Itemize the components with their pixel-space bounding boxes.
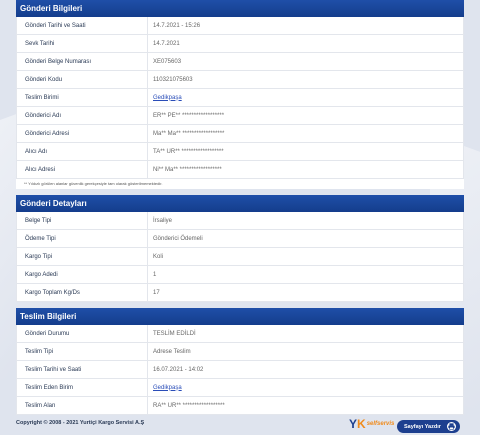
row-value: İrsaliye — [153, 217, 173, 224]
info-row: Gönderi Belge Numarası XE075603 — [17, 53, 463, 71]
printer-icon — [447, 422, 456, 431]
row-label: Gönderici Adresi — [17, 125, 148, 142]
copyright-text: Copyright © 2008 - 2021 Yurtiçi Kargo Se… — [16, 420, 145, 426]
row-label: Kargo Tipi — [17, 248, 148, 265]
info-row: Alıcı Adı TA** UR** ****************** — [17, 143, 463, 161]
row-value: Adrese Teslim — [153, 348, 191, 355]
x-logo-icon: YK — [349, 417, 366, 431]
row-label: Gönderi Kodu — [17, 71, 148, 88]
row-value: TESLİM EDİLDİ — [153, 330, 196, 337]
row-value: Ni** Ma** ****************** — [153, 166, 222, 173]
shipment-info-section: Gönderi Bilgileri Gönderi Tarihi ve Saat… — [16, 0, 464, 189]
section-title: Gönderi Bilgileri — [16, 0, 464, 17]
row-value: 1 — [153, 271, 157, 278]
row-label: Ödeme Tipi — [17, 230, 148, 247]
row-label: Teslim Birimi — [17, 89, 148, 106]
section-title: Gönderi Detayları — [16, 195, 464, 212]
row-label: Alıcı Adı — [17, 143, 148, 160]
page-footer: Copyright © 2008 - 2021 Yurtiçi Kargo Se… — [0, 415, 480, 435]
logo-text: selfservis — [366, 421, 395, 427]
delivery-row: Gönderi Durumu TESLİM EDİLDİ — [17, 325, 463, 343]
delivery-unit-link[interactable]: Gedikpaşa — [148, 89, 182, 106]
row-label: Teslim Tarihi ve Saati — [17, 361, 148, 378]
row-label: Gönderi Belge Numarası — [17, 53, 148, 70]
row-value: 14.7.2021 - 15:26 — [153, 22, 201, 29]
delivery-row: Teslim Tipi Adrese Teslim — [17, 343, 463, 361]
row-label: Kargo Adedi — [17, 266, 148, 283]
detail-row: Kargo Adedi 1 — [17, 266, 463, 284]
detail-row: Ödeme Tipi Gönderici Ödemeli — [17, 230, 463, 248]
row-label: Sevk Tarihi — [17, 35, 148, 52]
row-value: TA** UR** ****************** — [153, 148, 224, 155]
row-label: Teslim Eden Birim — [17, 379, 148, 396]
print-button-label: Sayfayı Yazdır — [404, 423, 441, 430]
delivering-unit-link[interactable]: Gedikpaşa — [148, 379, 182, 396]
row-label: Gönderici Adı — [17, 107, 148, 124]
detail-row: Kargo Toplam Kg/Ds 17 — [17, 284, 463, 302]
row-value: 17 — [153, 289, 160, 296]
row-value: Ma** Ma** ****************** — [153, 130, 225, 137]
row-value: 110321075603 — [153, 76, 193, 83]
info-row: Sevk Tarihi 14.7.2021 — [17, 35, 463, 53]
delivery-row: Teslim Eden Birim Gedikpaşa — [17, 379, 463, 397]
row-label: Teslim Alan — [17, 397, 148, 414]
info-row: Gönderi Kodu 110321075603 — [17, 71, 463, 89]
shipment-details-section: Gönderi Detayları Belge Tipi İrsaliye Öd… — [16, 195, 464, 302]
delivery-row: Teslim Alan RA** UR** ****************** — [17, 397, 463, 415]
row-label: Gönderi Tarihi ve Saati — [17, 17, 148, 34]
row-value: XE075603 — [153, 58, 182, 65]
print-page-button[interactable]: Sayfayı Yazdır — [397, 420, 460, 433]
info-row: Gönderici Adresi Ma** Ma** *************… — [17, 125, 463, 143]
row-value: ER** PE** ****************** — [153, 112, 225, 119]
selfservis-logo[interactable]: YK selfservis — [349, 417, 394, 431]
row-value: 16.07.2021 - 14:02 — [153, 366, 204, 373]
row-label: Belge Tipi — [17, 212, 148, 229]
info-row: Gönderici Adı ER** PE** ****************… — [17, 107, 463, 125]
row-value: Koli — [153, 253, 164, 260]
info-row: Alıcı Adresi Ni** Ma** *****************… — [17, 161, 463, 179]
row-label: Alıcı Adresi — [17, 161, 148, 178]
row-value: RA** UR** ****************** — [153, 402, 225, 409]
detail-row: Kargo Tipi Koli — [17, 248, 463, 266]
info-row: Teslim Birimi Gedikpaşa — [17, 89, 463, 107]
detail-row: Belge Tipi İrsaliye — [17, 212, 463, 230]
info-row: Gönderi Tarihi ve Saati 14.7.2021 - 15:2… — [17, 17, 463, 35]
row-label: Gönderi Durumu — [17, 325, 148, 342]
masking-note: ** Yıldızlı görülen alanlar güvenlik ger… — [24, 181, 163, 186]
section-title: Teslim Bilgileri — [16, 308, 464, 325]
row-label: Kargo Toplam Kg/Ds — [17, 284, 148, 301]
row-value: 14.7.2021 — [153, 40, 180, 47]
delivery-row: Teslim Tarihi ve Saati 16.07.2021 - 14:0… — [17, 361, 463, 379]
row-label: Teslim Tipi — [17, 343, 148, 360]
row-value: Gönderici Ödemeli — [153, 235, 203, 242]
delivery-info-section: Teslim Bilgileri Gönderi Durumu TESLİM E… — [16, 308, 464, 415]
